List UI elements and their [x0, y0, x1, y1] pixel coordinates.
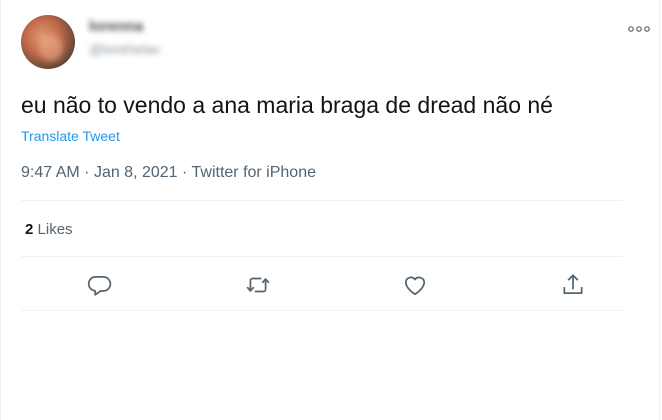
author-display-name[interactable]: lorenna — [89, 18, 160, 36]
meta-separator: · — [84, 164, 90, 181]
author-names[interactable]: lorenna @lorehelax — [89, 18, 160, 58]
more-dots-icon[interactable] — [627, 22, 651, 36]
author-handle[interactable]: @lorehelax — [89, 40, 160, 58]
divider — [21, 200, 623, 201]
divider — [21, 256, 623, 257]
tweet-time[interactable]: 9:47 AM — [21, 164, 80, 181]
meta-separator: · — [182, 164, 188, 181]
avatar[interactable] — [21, 15, 75, 69]
tweet-detail: lorenna @lorehelax eu não to vendo a ana… — [0, 0, 660, 420]
tweet-actions — [1, 262, 662, 308]
likes-count[interactable]: 2 Likes — [25, 221, 73, 238]
retweet-icon[interactable] — [245, 272, 271, 298]
reply-icon[interactable] — [86, 272, 112, 298]
translate-tweet-link[interactable]: Translate Tweet — [21, 128, 120, 144]
likes-number: 2 — [25, 221, 34, 238]
heart-icon[interactable] — [402, 272, 428, 298]
tweet-source[interactable]: Twitter for iPhone — [192, 164, 317, 181]
tweet-date[interactable]: Jan 8, 2021 — [94, 164, 178, 181]
share-icon[interactable] — [560, 272, 586, 298]
tweet-meta: 9:47 AM · Jan 8, 2021 · Twitter for iPho… — [21, 164, 316, 182]
divider — [21, 310, 623, 311]
likes-label: Likes — [37, 221, 73, 238]
tweet-header: lorenna @lorehelax — [1, 0, 659, 84]
tweet-text: eu não to vendo a ana maria braga de dre… — [21, 92, 553, 118]
